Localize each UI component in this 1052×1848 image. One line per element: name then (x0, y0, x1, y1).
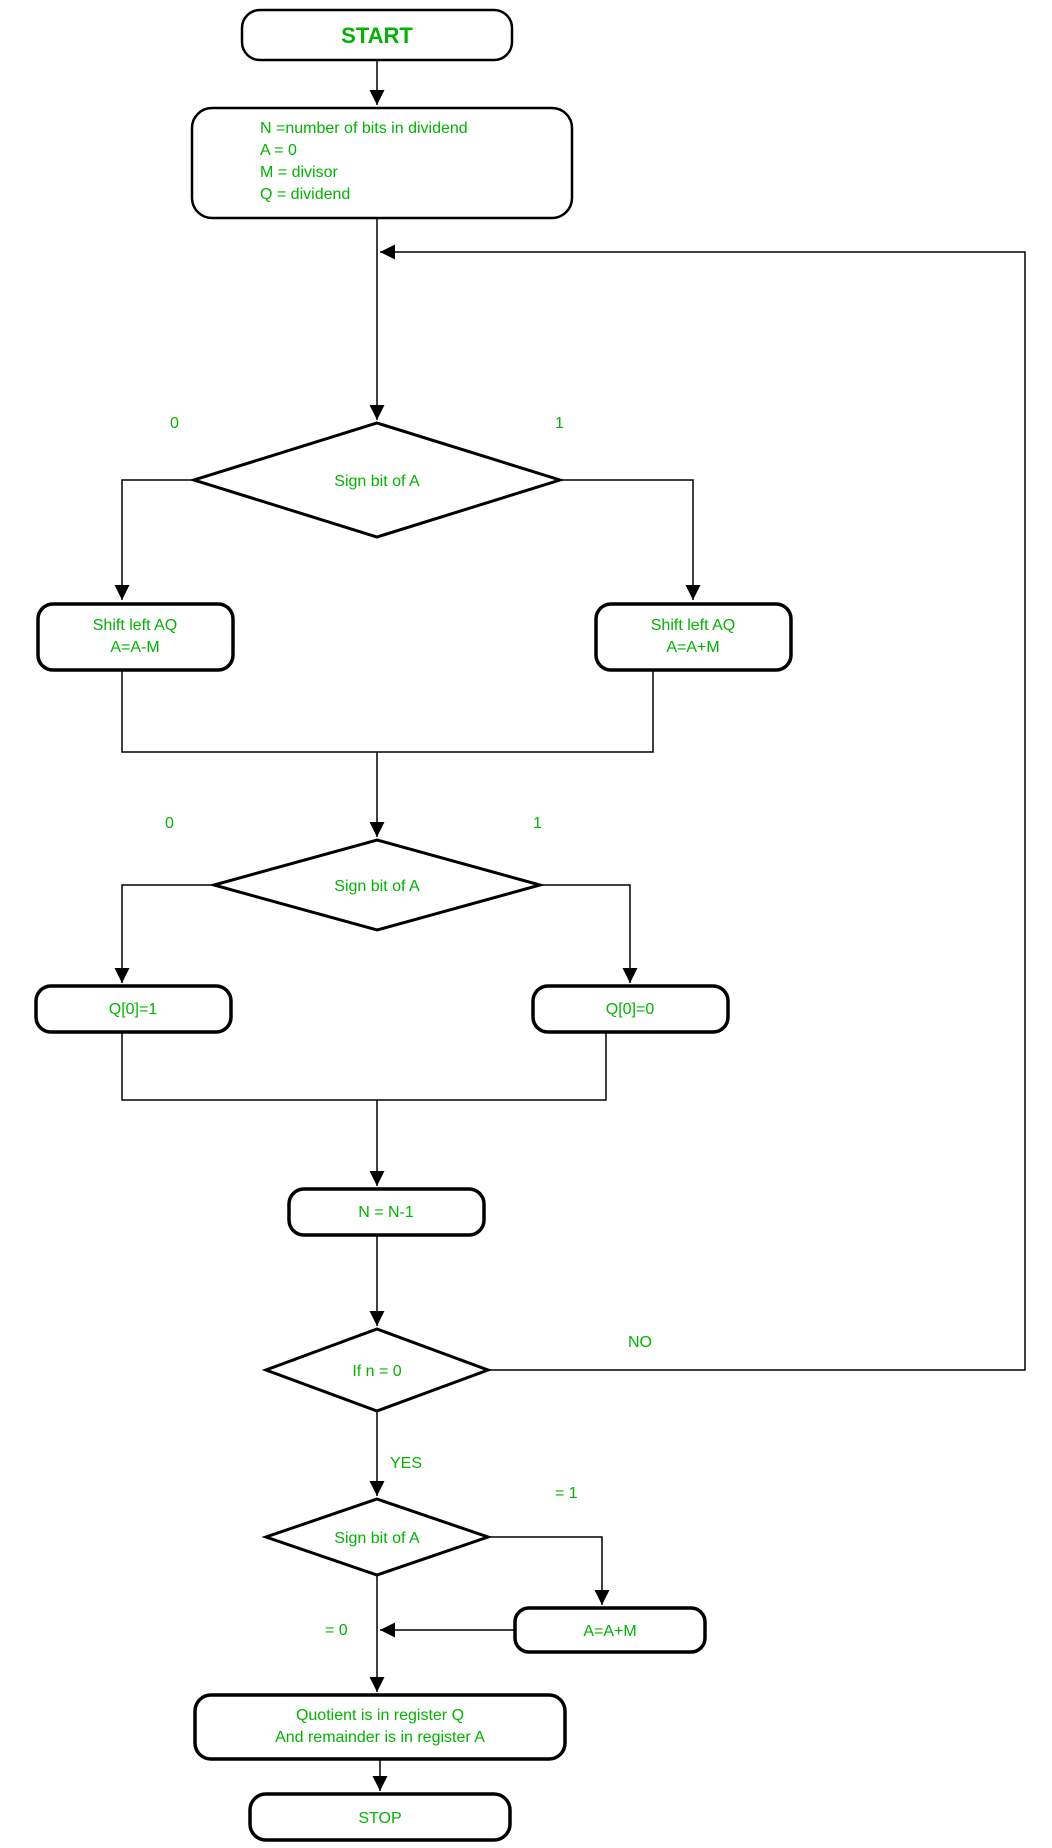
decr: N = N-1 (358, 1204, 414, 1221)
qR: Q[0]=0 (606, 1001, 655, 1018)
dec2-label: Sign bit of A (334, 878, 420, 895)
dec3-no: NO (628, 1334, 652, 1351)
init-l3: M = divisor (260, 164, 338, 181)
dec3-label: If n = 0 (352, 1363, 401, 1380)
dec1-right: 1 (555, 415, 564, 432)
result-box (195, 1695, 565, 1759)
init-l4: Q = dividend (260, 186, 350, 203)
init-l2: A = 0 (260, 142, 297, 159)
dec4-eq1: = 1 (555, 1485, 578, 1502)
init-l1: N =number of bits in dividend (260, 120, 468, 137)
shiftR-l2: A=A+M (666, 639, 719, 656)
shift-left-aq-minus (38, 604, 233, 670)
stop-label: STOP (358, 1810, 401, 1827)
shiftR-l1: Shift left AQ (651, 617, 735, 634)
result-l2: And remainder is in register A (275, 1729, 485, 1746)
shiftL-l2: A=A-M (110, 639, 159, 656)
dec1-left: 0 (170, 415, 179, 432)
dec4-label: Sign bit of A (334, 1530, 420, 1547)
restore: A=A+M (583, 1623, 636, 1640)
dec4-eq0: = 0 (325, 1622, 348, 1639)
shiftL-l1: Shift left AQ (93, 617, 177, 634)
dec2-right: 1 (533, 815, 542, 832)
shift-left-aq-plus (596, 604, 791, 670)
dec1-label: Sign bit of A (334, 473, 420, 490)
result-l1: Quotient is in register Q (296, 1707, 464, 1724)
qL: Q[0]=1 (109, 1001, 158, 1018)
dec3-yes: YES (390, 1455, 422, 1472)
dec2-left: 0 (165, 815, 174, 832)
start-label: START (341, 23, 413, 48)
